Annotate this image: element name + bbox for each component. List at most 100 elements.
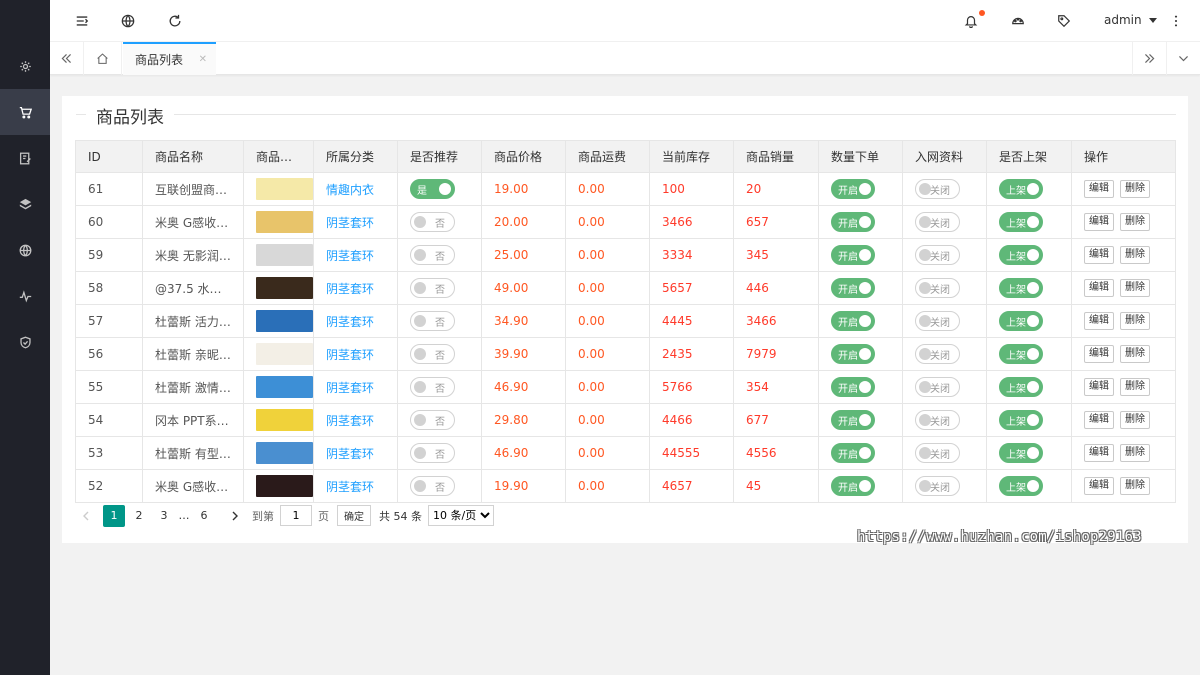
product-thumbnail[interactable] bbox=[256, 409, 313, 431]
tabs-scroll-right-button[interactable] bbox=[1132, 42, 1166, 75]
quantity-order-switch[interactable]: 开启 bbox=[831, 377, 875, 397]
listed-switch[interactable]: 上架 bbox=[999, 344, 1043, 364]
net-info-switch[interactable]: 关闭 bbox=[915, 278, 960, 298]
tag-icon[interactable] bbox=[1056, 13, 1072, 29]
goto-page-input[interactable] bbox=[280, 505, 312, 526]
net-info-switch[interactable]: 关闭 bbox=[915, 245, 960, 265]
product-thumbnail[interactable] bbox=[256, 343, 313, 365]
user-menu[interactable]: admin bbox=[1104, 13, 1157, 27]
bell-icon[interactable] bbox=[963, 10, 985, 29]
delete-button[interactable]: 删除 bbox=[1120, 378, 1150, 396]
edit-button[interactable]: 编辑 bbox=[1084, 345, 1114, 363]
product-thumbnail[interactable] bbox=[256, 475, 313, 497]
listed-switch[interactable]: 上架 bbox=[999, 212, 1043, 232]
cell-category-link[interactable]: 阴茎套环 bbox=[313, 271, 398, 305]
net-info-switch[interactable]: 关闭 bbox=[915, 311, 960, 331]
net-info-switch[interactable]: 关闭 bbox=[915, 410, 960, 430]
listed-switch[interactable]: 上架 bbox=[999, 245, 1043, 265]
menu-toggle-icon[interactable] bbox=[74, 13, 90, 29]
theme-icon[interactable] bbox=[1010, 13, 1026, 29]
recommend-switch[interactable]: 否 bbox=[410, 476, 455, 496]
delete-button[interactable]: 删除 bbox=[1120, 246, 1150, 264]
page-number-button[interactable]: 1 bbox=[103, 504, 125, 527]
sidebar-item-layers[interactable] bbox=[0, 181, 50, 227]
globe-icon[interactable] bbox=[120, 13, 136, 29]
delete-button[interactable]: 删除 bbox=[1120, 279, 1150, 297]
product-thumbnail[interactable] bbox=[256, 310, 313, 332]
quantity-order-switch[interactable]: 开启 bbox=[831, 278, 875, 298]
cell-category-link[interactable]: 阴茎套环 bbox=[313, 304, 398, 338]
edit-button[interactable]: 编辑 bbox=[1084, 378, 1114, 396]
recommend-switch[interactable]: 否 bbox=[410, 410, 455, 430]
product-thumbnail[interactable] bbox=[256, 244, 313, 266]
quantity-order-switch[interactable]: 开启 bbox=[831, 311, 875, 331]
cell-category-link[interactable]: 阴茎套环 bbox=[313, 469, 398, 503]
home-tab[interactable] bbox=[84, 42, 122, 75]
product-thumbnail[interactable] bbox=[256, 442, 313, 464]
net-info-switch[interactable]: 关闭 bbox=[915, 344, 960, 364]
quantity-order-switch[interactable]: 开启 bbox=[831, 344, 875, 364]
next-page-icon[interactable] bbox=[224, 505, 246, 527]
edit-button[interactable]: 编辑 bbox=[1084, 246, 1114, 264]
delete-button[interactable]: 删除 bbox=[1120, 312, 1150, 330]
prev-page-icon[interactable] bbox=[75, 505, 97, 527]
recommend-switch[interactable]: 否 bbox=[410, 278, 455, 298]
quantity-order-switch[interactable]: 开启 bbox=[831, 443, 875, 463]
tab-product-list[interactable]: 商品列表 ✕ bbox=[123, 42, 216, 75]
refresh-icon[interactable] bbox=[167, 13, 183, 29]
tabs-menu-button[interactable] bbox=[1166, 42, 1200, 75]
net-info-switch[interactable]: 关闭 bbox=[915, 476, 960, 496]
product-thumbnail[interactable] bbox=[256, 211, 313, 233]
listed-switch[interactable]: 上架 bbox=[999, 311, 1043, 331]
delete-button[interactable]: 删除 bbox=[1120, 444, 1150, 462]
sidebar-item-globe[interactable] bbox=[0, 227, 50, 273]
edit-button[interactable]: 编辑 bbox=[1084, 180, 1114, 198]
sidebar-item-security[interactable] bbox=[0, 319, 50, 365]
per-page-select[interactable]: 10 条/页 bbox=[428, 505, 494, 526]
sidebar-item-shop[interactable] bbox=[0, 89, 50, 135]
listed-switch[interactable]: 上架 bbox=[999, 278, 1043, 298]
recommend-switch[interactable]: 否 bbox=[410, 245, 455, 265]
net-info-switch[interactable]: 关闭 bbox=[915, 443, 960, 463]
edit-button[interactable]: 编辑 bbox=[1084, 444, 1114, 462]
tabs-scroll-left-button[interactable] bbox=[50, 42, 84, 75]
cell-category-link[interactable]: 阴茎套环 bbox=[313, 370, 398, 404]
listed-switch[interactable]: 上架 bbox=[999, 443, 1043, 463]
quantity-order-switch[interactable]: 开启 bbox=[831, 179, 875, 199]
listed-switch[interactable]: 上架 bbox=[999, 476, 1043, 496]
delete-button[interactable]: 删除 bbox=[1120, 411, 1150, 429]
listed-switch[interactable]: 上架 bbox=[999, 377, 1043, 397]
page-number-button[interactable]: 6 bbox=[193, 505, 215, 527]
edit-button[interactable]: 编辑 bbox=[1084, 312, 1114, 330]
edit-button[interactable]: 编辑 bbox=[1084, 213, 1114, 231]
delete-button[interactable]: 删除 bbox=[1120, 180, 1150, 198]
listed-switch[interactable]: 上架 bbox=[999, 179, 1043, 199]
product-thumbnail[interactable] bbox=[256, 277, 313, 299]
delete-button[interactable]: 删除 bbox=[1120, 477, 1150, 495]
recommend-switch[interactable]: 否 bbox=[410, 344, 455, 364]
recommend-switch[interactable]: 否 bbox=[410, 377, 455, 397]
product-thumbnail[interactable] bbox=[256, 178, 313, 200]
edit-button[interactable]: 编辑 bbox=[1084, 411, 1114, 429]
recommend-switch[interactable]: 否 bbox=[410, 443, 455, 463]
recommend-switch[interactable]: 否 bbox=[410, 212, 455, 232]
quantity-order-switch[interactable]: 开启 bbox=[831, 245, 875, 265]
cell-category-link[interactable]: 阴茎套环 bbox=[313, 403, 398, 437]
page-number-button[interactable]: 2 bbox=[128, 505, 150, 527]
cell-category-link[interactable]: 阴茎套环 bbox=[313, 238, 398, 272]
confirm-button[interactable]: 确定 bbox=[337, 505, 371, 526]
edit-button[interactable]: 编辑 bbox=[1084, 279, 1114, 297]
sidebar-item-orders[interactable] bbox=[0, 135, 50, 181]
page-number-button[interactable]: 3 bbox=[153, 505, 175, 527]
net-info-switch[interactable]: 关闭 bbox=[915, 212, 960, 232]
edit-button[interactable]: 编辑 bbox=[1084, 477, 1114, 495]
recommend-switch[interactable]: 是 bbox=[410, 179, 455, 199]
sidebar-item-stats[interactable] bbox=[0, 273, 50, 319]
cell-category-link[interactable]: 阴茎套环 bbox=[313, 337, 398, 371]
delete-button[interactable]: 删除 bbox=[1120, 345, 1150, 363]
listed-switch[interactable]: 上架 bbox=[999, 410, 1043, 430]
product-thumbnail[interactable] bbox=[256, 376, 313, 398]
quantity-order-switch[interactable]: 开启 bbox=[831, 476, 875, 496]
recommend-switch[interactable]: 否 bbox=[410, 311, 455, 331]
quantity-order-switch[interactable]: 开启 bbox=[831, 212, 875, 232]
